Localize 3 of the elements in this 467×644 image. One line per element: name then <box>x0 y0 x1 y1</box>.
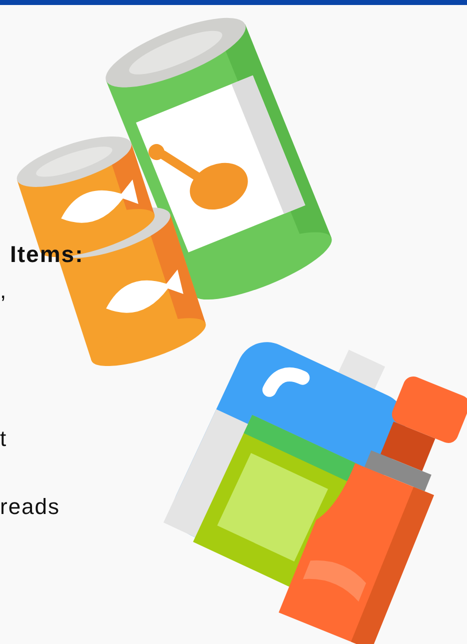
body-text: reads <box>0 494 60 520</box>
body-text: , <box>0 278 8 304</box>
body-text: t <box>0 426 8 452</box>
